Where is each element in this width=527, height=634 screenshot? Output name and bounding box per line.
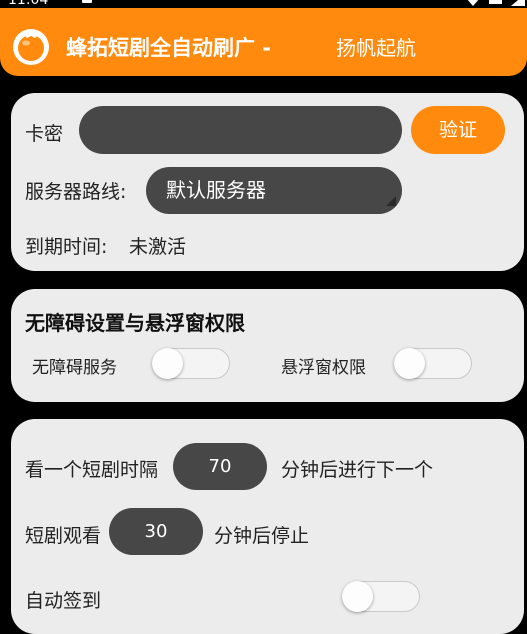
auto-checkin-label: 自动签到: [25, 590, 102, 612]
interval-input[interactable]: 70: [173, 443, 267, 490]
toggle-thumb: [394, 348, 425, 379]
expiry-label: 到期时间:: [25, 236, 108, 258]
tomato-icon: [13, 29, 49, 65]
app-bar: 蜂拓短剧全自动刷广 - 扬帆起航: [0, 8, 527, 76]
permissions-title: 无障碍设置与悬浮窗权限: [25, 311, 245, 335]
permissions-card: 无障碍设置与悬浮窗权限 无障碍服务 悬浮窗权限: [11, 289, 524, 402]
card-key-label: 卡密: [25, 123, 64, 145]
toggle-thumb: [152, 348, 183, 379]
interval-suffix: 分钟后进行下一个: [281, 459, 434, 481]
sim-icon: [82, 0, 92, 3]
app-subtitle: 扬帆起航: [336, 36, 416, 60]
verify-button[interactable]: 验证: [411, 106, 505, 154]
wifi-icon: [466, 0, 480, 6]
dropdown-caret-icon: [386, 196, 396, 206]
toggle-thumb: [342, 581, 373, 612]
accessibility-label: 无障碍服务: [32, 358, 117, 378]
watch-suffix: 分钟后停止: [214, 525, 310, 547]
accessibility-toggle[interactable]: [152, 348, 230, 379]
watch-duration-input[interactable]: 30: [109, 508, 203, 555]
signal-icon: [511, 0, 525, 6]
expiry-value: 未激活: [129, 236, 187, 258]
schedule-card: 看一个短剧时隔 70 分钟后进行下一个 短剧观看 30 分钟后停止 自动签到: [11, 419, 524, 634]
overlay-label: 悬浮窗权限: [281, 358, 366, 378]
server-route-label: 服务器路线:: [25, 181, 127, 203]
battery-icon: [489, 0, 502, 4]
server-route-select[interactable]: 默认服务器: [146, 167, 402, 214]
auth-card: 卡密 验证 服务器路线: 默认服务器 到期时间: 未激活: [11, 93, 524, 271]
status-bar: 11:04: [0, 0, 527, 8]
app-title: 蜂拓短剧全自动刷广 -: [66, 36, 272, 60]
card-key-input[interactable]: [79, 106, 402, 154]
server-route-value: 默认服务器: [166, 178, 266, 202]
interval-prefix: 看一个短剧时隔: [25, 459, 159, 481]
status-time: 11:04: [8, 0, 49, 8]
overlay-toggle[interactable]: [394, 348, 472, 379]
watch-prefix: 短剧观看: [25, 525, 102, 547]
auto-checkin-toggle[interactable]: [342, 581, 420, 612]
